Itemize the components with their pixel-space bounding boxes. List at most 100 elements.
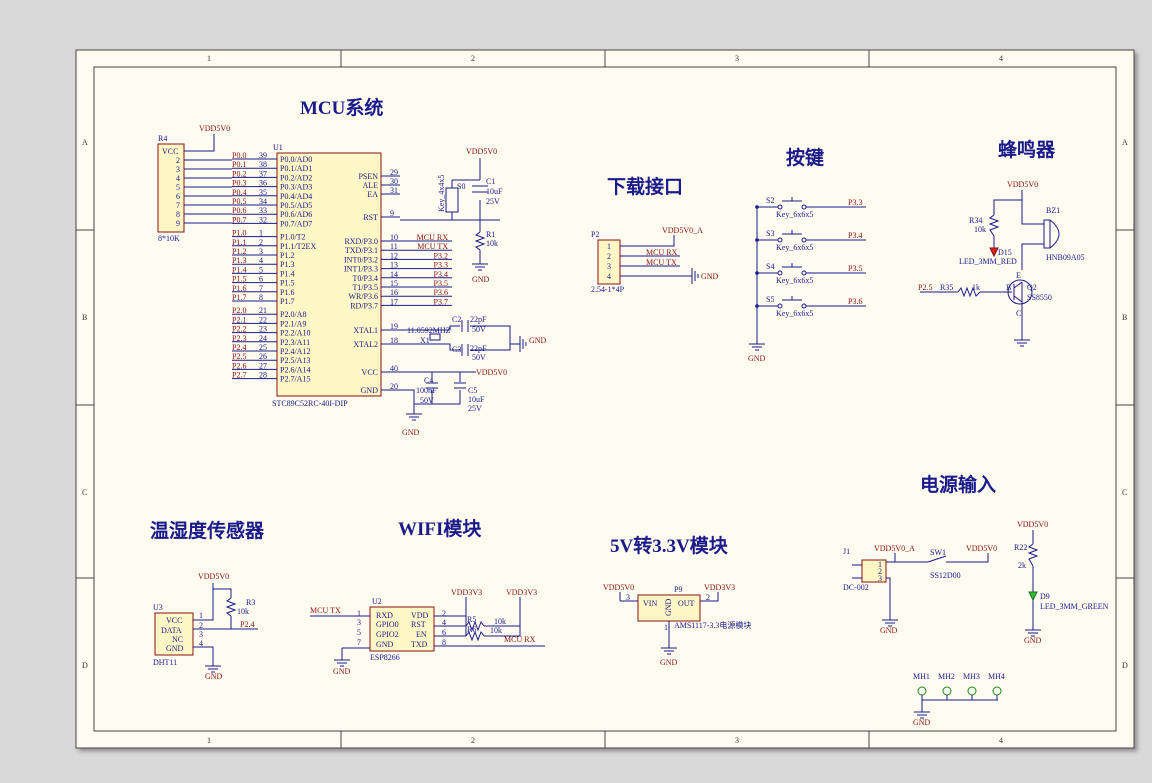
u1-net-P3.3: P3.3 [434, 261, 448, 270]
c1-value: 10uF [486, 187, 503, 196]
u1-pinnum-4: 4 [259, 256, 263, 265]
u1-net-P3.7: P3.7 [434, 297, 448, 306]
buzzer-net: P2.5 [918, 283, 932, 292]
bz1-ref: BZ1 [1046, 206, 1060, 215]
u1-pinnum-17: 17 [390, 297, 398, 306]
p2-pin-3: 3 [607, 262, 611, 271]
schematic-viewer: 1 2 3 4 1 2 3 4 A B C D A B C D MCU系统 下载… [0, 0, 1152, 778]
u1-pinname-21: P2.0/A8 [280, 310, 306, 319]
u1-pinnum-2: 2 [259, 238, 263, 247]
u1-pinname-4: P1.3 [280, 260, 294, 269]
p2-pin-4: 4 [607, 272, 611, 281]
u1-pinnum-8: 8 [259, 293, 263, 302]
key-junction-3 [755, 304, 759, 308]
reset-vdd: VDD5V0 [466, 147, 497, 156]
zone-col-3-bottom: 3 [735, 736, 739, 745]
u1-pinname-19: XTAL1 [353, 326, 378, 335]
u2-num-1: 1 [357, 609, 361, 618]
u3-ref: U3 [153, 603, 163, 612]
p9-num-1: 1 [664, 623, 668, 632]
sw1-vdd: VDD5V0 [966, 544, 997, 553]
key-net-S4: P3.5 [848, 264, 862, 273]
j1-ref: J1 [843, 547, 850, 556]
u1-pinname-18: XTAL2 [353, 340, 378, 349]
sensor-gnd: GND [205, 672, 223, 681]
c5-value: 10uF [468, 395, 485, 404]
r4-pin-5: 5 [176, 183, 180, 192]
u1-pinname-31: EA [367, 190, 378, 199]
c2-ref: C2 [452, 315, 461, 324]
u1-net-P2.1: P2.1 [232, 315, 246, 324]
u1-pinname-23: P2.2/A10 [280, 329, 310, 338]
u1-pinname-16: WR/P3.6 [348, 292, 378, 301]
u1-pinnum-19: 19 [390, 322, 398, 331]
wifi-vdd33-b: VDD3V3 [506, 588, 537, 597]
u1-pinnum-36: 36 [259, 179, 267, 188]
p9-pin-vin: VIN [643, 599, 657, 608]
u3-num-3: 3 [199, 630, 203, 639]
d9-ref: D9 [1040, 592, 1050, 601]
u1-net-P3.4: P3.4 [434, 270, 448, 279]
u1-pinnum-22: 22 [259, 315, 267, 324]
u1-net-P2.0: P2.0 [232, 306, 246, 315]
c4-ref: C4 [424, 376, 433, 385]
u1-net-P2.7: P2.7 [232, 371, 246, 380]
r22-value: 2k [1018, 561, 1026, 570]
u1-pinname-1: P1.0/T2 [280, 233, 306, 242]
zone-row-d-right: D [1122, 661, 1128, 670]
u1-pinnum-27: 27 [259, 361, 267, 370]
c4-volt: 50V [420, 396, 434, 405]
u1-pinname-9: RST [363, 213, 378, 222]
u3-pin-data: DATA [161, 626, 182, 635]
ldo-gnd: GND [660, 658, 678, 667]
r1-value: 10k [486, 239, 498, 248]
title-keys: 按键 [786, 146, 824, 169]
zone-col-2: 2 [471, 54, 475, 63]
p2-pin-1: 1 [607, 242, 611, 251]
u1-pinname-29: PSEN [358, 172, 378, 181]
u1-pinnum-26: 26 [259, 352, 267, 361]
u1-net-P1.1: P1.1 [232, 238, 246, 247]
key-ref-S4: S4 [766, 262, 774, 271]
u1-pinnum-5: 5 [259, 265, 263, 274]
u1-pinname-27: P2.6/A14 [280, 365, 310, 374]
r4-pin-6: 6 [176, 192, 180, 201]
zone-col-4: 4 [999, 54, 1003, 63]
mounting-hole-MH2: MH2 [938, 672, 955, 681]
wifi-net-rx: MCU RX [504, 635, 536, 644]
buzzer-vdd: VDD5V0 [1007, 180, 1038, 189]
r3-value: 10k [237, 607, 249, 616]
u1-pinname-39: P0.0/AD0 [280, 155, 312, 164]
q2-pin-e: E [1016, 271, 1021, 280]
zone-row-a: A [82, 138, 88, 147]
u1-pinname-25: P2.4/A12 [280, 347, 310, 356]
u1-net-P1.0: P1.0 [232, 229, 246, 238]
j1-gnd: GND [880, 626, 898, 635]
u1-pinname-3: P1.2 [280, 251, 294, 260]
key-part-S4: Key_6x6x5 [776, 276, 813, 285]
d15-ref: D15 [998, 248, 1012, 257]
key-junction-0 [755, 205, 759, 209]
u1-pinnum-6: 6 [259, 275, 263, 284]
mounting-hole-MH4: MH4 [988, 672, 1005, 681]
u1-net-MCU-RX: MCU RX [417, 233, 449, 242]
r4-value: 8*10K [158, 234, 180, 243]
u1-pinname-26: P2.5/A13 [280, 356, 310, 365]
c4-value: 100nF [416, 386, 437, 395]
u1-net-P0.4: P0.4 [232, 188, 246, 197]
u3-pin-vcc: VCC [166, 616, 182, 625]
r34-ref: R34 [969, 216, 982, 225]
u1-pinname-8: P1.7 [280, 297, 294, 306]
u1-pinnum-29: 29 [390, 168, 398, 177]
r5-value: 10k [494, 617, 506, 626]
u2-pin-gpio0: GPIO0 [376, 620, 399, 629]
wifi-vdd33-a: VDD3V3 [451, 588, 482, 597]
u1-pinname-17: RD/P3.7 [350, 301, 378, 310]
u1-net-P1.6: P1.6 [232, 284, 246, 293]
s0-ref: S0 [457, 182, 465, 191]
key-part-S2: Key_6x6x5 [776, 210, 813, 219]
r4-pin-2: 2 [176, 156, 180, 165]
key-junction-1 [755, 238, 759, 242]
u1-pinname-5: P1.4 [280, 269, 294, 278]
p2-pin-2: 2 [607, 252, 611, 261]
